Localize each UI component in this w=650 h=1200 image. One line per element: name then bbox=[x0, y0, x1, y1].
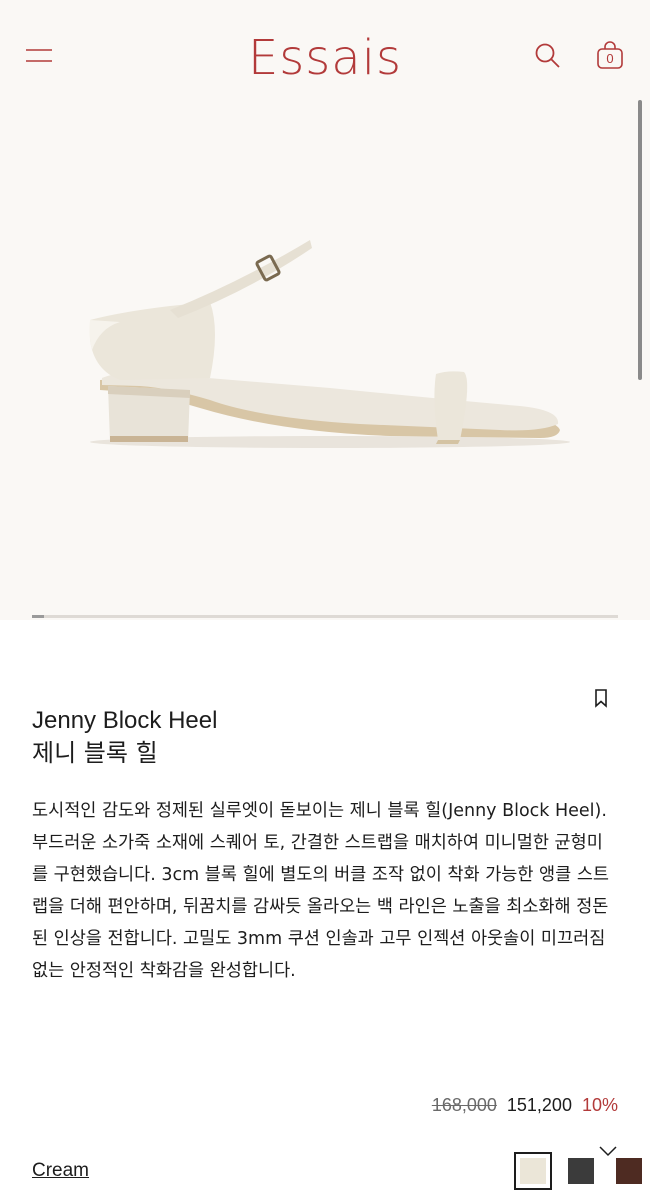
product-hero: Essais 0 bbox=[0, 0, 650, 620]
color-swatch-charcoal[interactable] bbox=[562, 1152, 600, 1190]
price-row: 168,000 151,200 10% bbox=[432, 1092, 618, 1118]
color-swatch-cream[interactable] bbox=[514, 1152, 552, 1190]
gallery-progress-track[interactable] bbox=[32, 615, 618, 618]
product-name-ko: 제니 블록 힐 bbox=[32, 739, 158, 767]
swatch-chip bbox=[520, 1158, 546, 1184]
product-description: 도시적인 감도와 정제된 실루엣이 돋보이는 제니 블록 힐(Jenny Blo… bbox=[32, 795, 612, 987]
color-swatch-brown[interactable] bbox=[610, 1152, 648, 1190]
bookmark-icon[interactable] bbox=[590, 686, 612, 710]
product-name-en: Jenny Block Heel bbox=[32, 707, 218, 734]
description-text: 도시적인 감도와 정제된 실루엣이 돋보이는 제니 블록 힐(Jenny Blo… bbox=[32, 801, 610, 981]
swatch-chip bbox=[568, 1158, 594, 1184]
cart-count: 0 bbox=[606, 51, 614, 66]
gallery-progress-indicator[interactable] bbox=[32, 615, 44, 618]
swatch-chip bbox=[616, 1158, 642, 1184]
selected-color-label[interactable]: Cream bbox=[32, 1160, 89, 1182]
page-scrollbar[interactable] bbox=[638, 100, 642, 380]
search-icon[interactable] bbox=[532, 40, 564, 72]
original-price: 168,000 bbox=[431, 1094, 497, 1115]
product-image-sandal[interactable] bbox=[60, 210, 590, 470]
top-bar: Essais 0 bbox=[0, 0, 650, 110]
color-swatches bbox=[514, 1152, 648, 1190]
cart-button[interactable]: 0 bbox=[594, 40, 626, 72]
discount-badge: 10% bbox=[581, 1094, 618, 1115]
sale-price: 151,200 bbox=[506, 1094, 572, 1115]
